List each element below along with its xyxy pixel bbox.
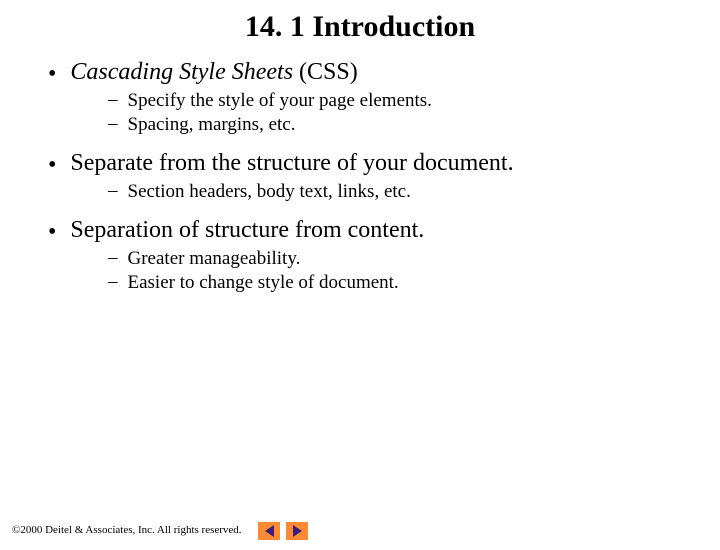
sub-text: Greater manageability. [128, 247, 301, 271]
bullet-level1: • Separation of structure from content. [30, 216, 720, 245]
sub-text: Easier to change style of document. [128, 271, 399, 295]
slide-title: 14. 1 Introduction [0, 10, 720, 44]
bullet-text: Separation of structure from content. [70, 216, 424, 245]
prev-button[interactable] [258, 522, 280, 540]
bullet-level2: – Spacing, margins, etc. [108, 113, 720, 137]
bullet-level2: – Greater manageability. [108, 247, 720, 271]
dash-icon: – [108, 247, 118, 269]
copyright-text: 2000 Deitel & Associates, Inc. All right… [20, 524, 241, 536]
bullet-rest: (CSS) [293, 59, 358, 85]
bullet-level2: – Specify the style of your page element… [108, 89, 720, 113]
bullet-dot-icon: • [48, 152, 56, 178]
dash-icon: – [108, 180, 118, 202]
bullet-level1: • Separate from the structure of your do… [30, 149, 720, 178]
nav-buttons [258, 522, 308, 540]
dash-icon: – [108, 89, 118, 111]
copyright-footer: © 2000 Deitel & Associates, Inc. All rig… [12, 524, 242, 536]
triangle-right-icon [293, 525, 302, 537]
dash-icon: – [108, 113, 118, 135]
sub-text: Specify the style of your page elements. [128, 89, 432, 113]
bullet-level2: – Easier to change style of document. [108, 271, 720, 295]
bullet-text: Cascading Style Sheets (CSS) [70, 58, 357, 87]
bullet-italic: Cascading Style Sheets [70, 59, 293, 85]
next-button[interactable] [286, 522, 308, 540]
slide-content: • Cascading Style Sheets (CSS) – Specify… [30, 58, 720, 295]
sub-text: Section headers, body text, links, etc. [128, 180, 411, 204]
bullet-dot-icon: • [48, 219, 56, 245]
dash-icon: – [108, 271, 118, 293]
triangle-left-icon [265, 525, 274, 537]
bullet-level1: • Cascading Style Sheets (CSS) [30, 58, 720, 87]
bullet-dot-icon: • [48, 61, 56, 87]
copyright-symbol: © [12, 524, 20, 536]
bullet-level2: – Section headers, body text, links, etc… [108, 180, 720, 204]
bullet-text: Separate from the structure of your docu… [70, 149, 513, 178]
sub-text: Spacing, margins, etc. [128, 113, 296, 137]
